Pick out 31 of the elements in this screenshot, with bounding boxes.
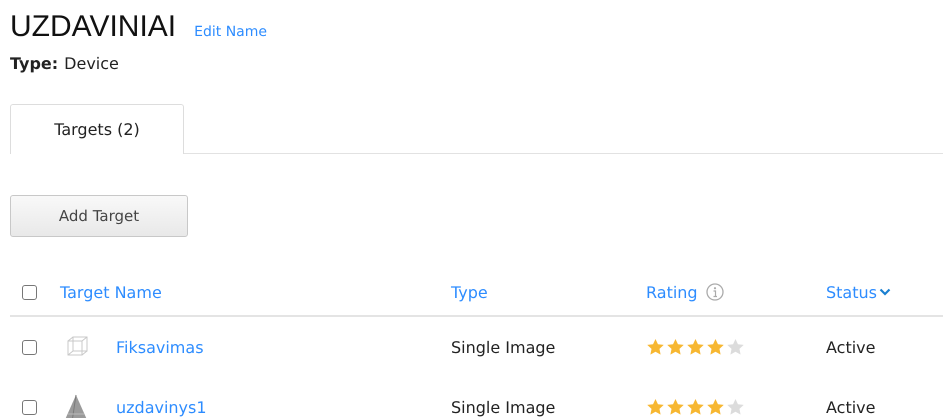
target-name-link[interactable]: Fiksavimas	[116, 338, 204, 356]
column-header[interactable]: Rating	[646, 282, 698, 302]
star-icon	[666, 338, 685, 356]
star-icon	[706, 338, 725, 356]
table-cell-text: Single Image	[451, 338, 556, 356]
column-header[interactable]: Type	[451, 282, 488, 302]
edit-name-link[interactable]: Edit Name	[194, 24, 268, 40]
column-header[interactable]: Status	[826, 282, 877, 302]
info-icon	[706, 283, 724, 301]
checkbox[interactable]	[22, 340, 37, 354]
checkbox[interactable]	[22, 284, 37, 300]
table-cell-text: Active	[826, 398, 876, 416]
add-target-button[interactable]: Add Target	[10, 195, 188, 237]
page-title: UZDAVINIAI	[10, 10, 176, 44]
target-name-link[interactable]: uzdavinys1	[116, 398, 207, 416]
column-header[interactable]: Target Name	[60, 282, 162, 302]
type-label: Type:	[10, 54, 58, 73]
checkbox[interactable]	[22, 400, 37, 414]
star-icon	[726, 398, 745, 416]
star-icon	[686, 338, 705, 356]
tab[interactable]: Targets (2)	[10, 104, 184, 154]
table-cell-text: Single Image	[451, 398, 556, 416]
chevron-down-icon	[878, 288, 891, 296]
star-icon	[706, 398, 725, 416]
star-icon	[726, 338, 745, 356]
star-icon	[646, 398, 665, 416]
type-value: Device	[64, 54, 119, 73]
table-cell-text: Active	[826, 338, 876, 356]
star-icon	[686, 398, 705, 416]
star-icon	[666, 398, 685, 416]
star-icon	[646, 338, 665, 356]
